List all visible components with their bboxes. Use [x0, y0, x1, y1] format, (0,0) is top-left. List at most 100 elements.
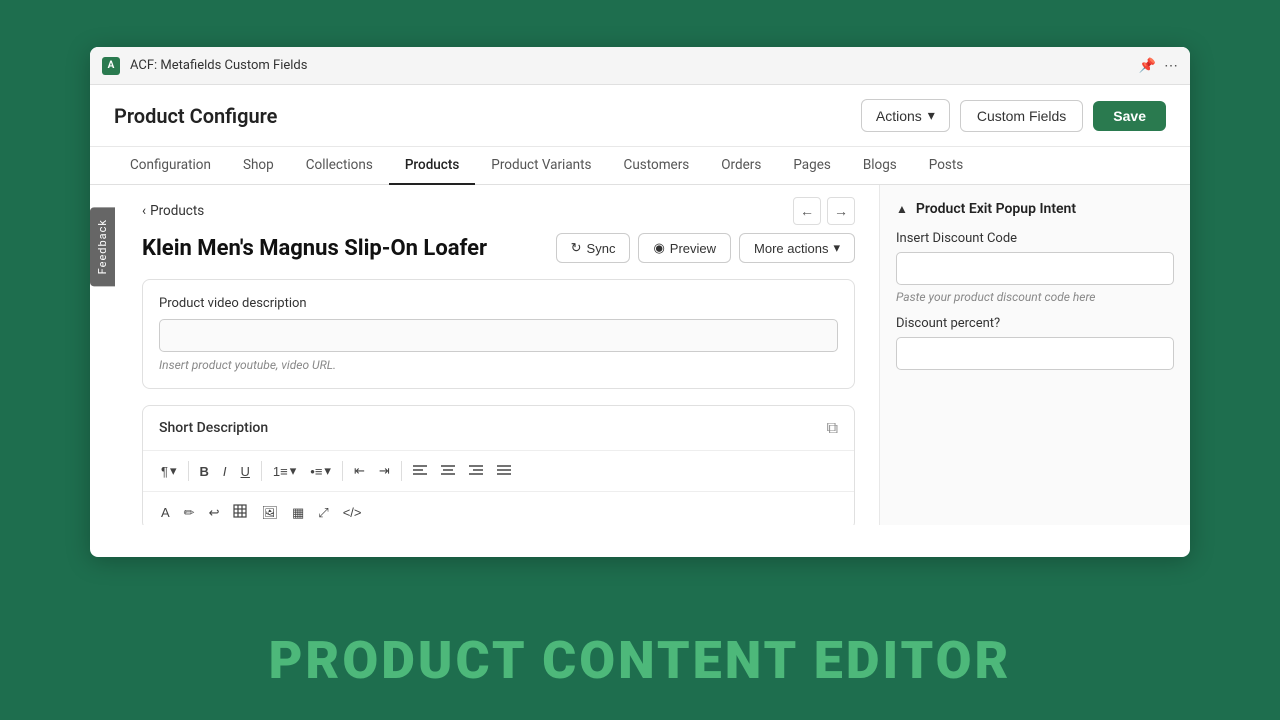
tab-orders[interactable]: Orders [705, 147, 777, 185]
align-left-icon [413, 464, 427, 479]
highlight-button[interactable]: ✏ [178, 501, 201, 525]
text-color-button[interactable]: A [155, 501, 176, 524]
undo-icon: ↩ [209, 505, 220, 521]
outdent-button[interactable]: ⇤ [348, 459, 371, 483]
discount-code-input[interactable] [896, 252, 1174, 285]
tab-pages[interactable]: Pages [777, 147, 847, 185]
more-actions-button[interactable]: More actions ▾ [739, 233, 855, 263]
code-button[interactable]: </> [337, 501, 368, 524]
sync-button[interactable]: ↻ Sync [556, 233, 631, 263]
italic-icon: I [223, 464, 227, 479]
tab-products[interactable]: Products [389, 147, 475, 185]
left-content: ‹ Products ← → [118, 185, 879, 525]
toolbar-sep-4 [401, 461, 402, 481]
para-arrow-icon: ▾ [170, 463, 177, 479]
preview-button[interactable]: ◉ Preview [638, 233, 731, 263]
video-field-input[interactable] [159, 319, 838, 352]
tab-customers[interactable]: Customers [608, 147, 706, 185]
align-right-icon [469, 464, 483, 479]
browser-controls: 📌 ⋯ [1139, 58, 1178, 74]
image-icon: 🖼 [261, 505, 278, 521]
image-button[interactable]: 🖼 [255, 501, 284, 525]
align-right-button[interactable] [463, 460, 489, 483]
tab-blogs[interactable]: Blogs [847, 147, 913, 185]
breadcrumb-row: ‹ Products ← → [142, 185, 855, 233]
bold-button[interactable]: B [194, 460, 215, 483]
table-button[interactable] [227, 500, 253, 525]
next-arrow-button[interactable]: → [827, 197, 855, 225]
tab-product-variants[interactable]: Product Variants [475, 147, 607, 185]
browser-window: A ACF: Metafields Custom Fields 📌 ⋯ Prod… [90, 47, 1190, 557]
preview-label: Preview [670, 241, 716, 256]
actions-label: Actions [876, 108, 922, 124]
feedback-label[interactable]: Feedback [90, 207, 115, 286]
paragraph-style-dropdown[interactable]: ¶ ▾ [155, 459, 183, 483]
next-arrow-icon: → [834, 203, 848, 219]
header-bar: Product Configure Actions ▾ Custom Field… [90, 85, 1190, 147]
breadcrumb-link-label: Products [150, 203, 204, 219]
indent-icon: ⇥ [379, 463, 390, 479]
app-icon: A [102, 57, 120, 75]
feedback-sidebar[interactable]: Feedback [90, 207, 115, 286]
underline-icon: U [241, 464, 250, 479]
right-section-title: Product Exit Popup Intent [916, 201, 1076, 217]
italic-button[interactable]: I [217, 460, 233, 483]
discount-percent-input[interactable] [896, 337, 1174, 370]
tab-configuration[interactable]: Configuration [114, 147, 227, 185]
breadcrumb-back-arrow: ‹ [142, 203, 146, 219]
sync-icon: ↻ [571, 240, 582, 256]
underline-button[interactable]: U [235, 460, 256, 483]
ol-arrow-icon: ▾ [290, 463, 297, 479]
align-left-button[interactable] [407, 460, 433, 483]
unordered-list-dropdown[interactable]: •≡ ▾ [304, 459, 337, 483]
actions-arrow-icon: ▾ [928, 107, 935, 124]
ol-icon: 1≡ [273, 464, 288, 479]
breadcrumb[interactable]: ‹ Products [142, 203, 204, 219]
bottom-banner: PRODUCT CONTENT EDITOR [0, 600, 1280, 720]
discount-percent-label: Discount percent? [896, 316, 1174, 331]
video-field-hint: Insert product youtube, video URL. [159, 358, 838, 372]
collapse-icon[interactable]: ▲ [896, 202, 908, 216]
page-title: Product Configure [114, 104, 277, 128]
copy-icon[interactable]: ⧉ [827, 418, 838, 438]
expand-button[interactable]: ⤢ [312, 501, 334, 525]
indent-button[interactable]: ⇥ [373, 459, 396, 483]
right-panel: ▲ Product Exit Popup Intent Insert Disco… [880, 185, 1190, 525]
actions-button[interactable]: Actions ▾ [861, 99, 950, 132]
tab-posts[interactable]: Posts [913, 147, 979, 185]
more-options-icon[interactable]: ⋯ [1164, 58, 1178, 74]
prev-arrow-button[interactable]: ← [793, 197, 821, 225]
editor-toolbar-row2: A ✏ ↩ [143, 492, 854, 525]
align-justify-button[interactable] [491, 460, 517, 483]
save-label: Save [1113, 108, 1146, 124]
align-justify-icon [497, 464, 511, 479]
short-desc-label: Short Description [159, 420, 268, 436]
outdent-icon: ⇤ [354, 463, 365, 479]
highlight-icon: ✏ [184, 505, 195, 521]
product-heading-row: Klein Men's Magnus Slip-On Loafer ↻ Sync… [142, 233, 855, 279]
toolbar-sep-1 [188, 461, 189, 481]
prev-arrow-icon: ← [800, 203, 814, 219]
text-color-icon: A [161, 505, 170, 520]
undo-button[interactable]: ↩ [203, 501, 226, 525]
media-button[interactable]: ▦ [286, 501, 310, 525]
align-center-button[interactable] [435, 460, 461, 483]
video-field-section: Product video description Insert product… [142, 279, 855, 389]
pin-icon[interactable]: 📌 [1139, 58, 1156, 74]
tab-shop[interactable]: Shop [227, 147, 290, 185]
toolbar-sep-3 [342, 461, 343, 481]
ul-icon: •≡ [310, 464, 322, 479]
app-content: Product Configure Actions ▾ Custom Field… [90, 85, 1190, 557]
bottom-banner-text: PRODUCT CONTENT EDITOR [269, 630, 1012, 691]
custom-fields-button[interactable]: Custom Fields [960, 100, 1083, 132]
discount-code-label: Insert Discount Code [896, 231, 1174, 246]
right-section-header: ▲ Product Exit Popup Intent [896, 201, 1174, 217]
ordered-list-dropdown[interactable]: 1≡ ▾ [267, 459, 302, 483]
save-button[interactable]: Save [1093, 101, 1166, 131]
media-icon: ▦ [292, 505, 304, 521]
more-actions-arrow-icon: ▾ [833, 240, 840, 256]
discount-code-hint: Paste your product discount code here [896, 290, 1174, 304]
bold-icon: B [200, 464, 209, 479]
video-field-label: Product video description [159, 296, 838, 311]
tab-collections[interactable]: Collections [290, 147, 389, 185]
